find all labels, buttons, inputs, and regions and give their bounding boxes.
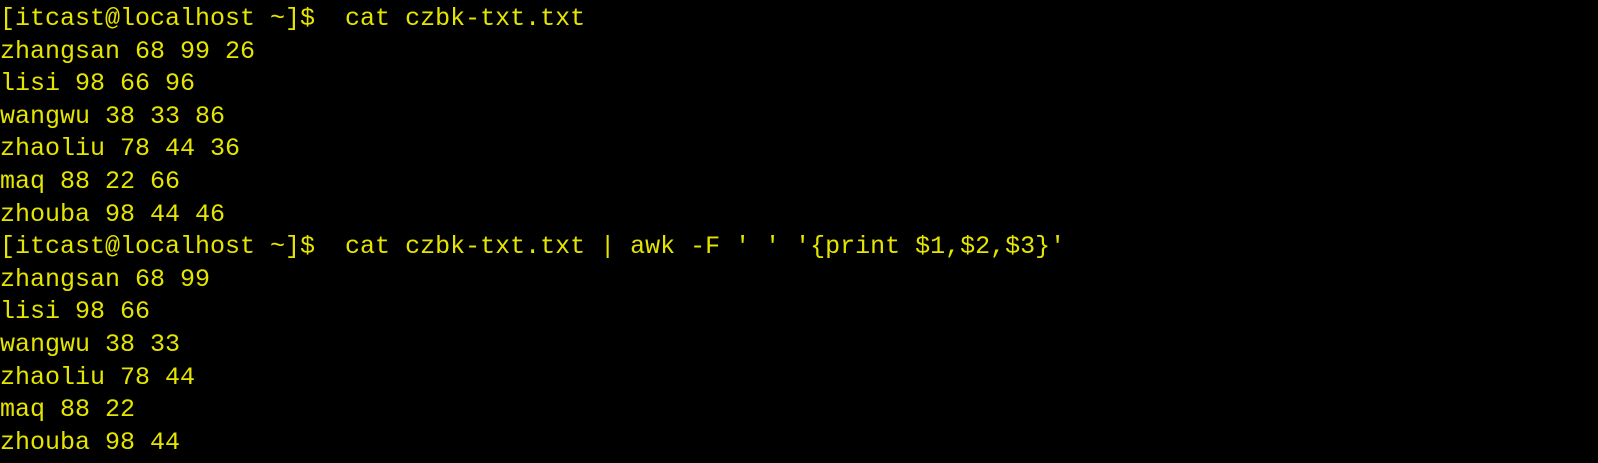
terminal-window[interactable]: [itcast@localhost ~]$ cat czbk-txt.txt z… bbox=[0, 0, 1598, 463]
output-line: zhaoliu 78 44 36 bbox=[0, 134, 241, 164]
prompt-command-line: [itcast@localhost ~]$ cat czbk-txt.txt |… bbox=[0, 232, 1066, 262]
output-line: zhangsan 68 99 26 bbox=[0, 36, 256, 66]
output-line: zhouba 98 44 46 bbox=[0, 199, 226, 229]
output-line: maq 88 22 66 bbox=[0, 166, 181, 196]
output-line: wangwu 38 33 bbox=[0, 329, 181, 359]
output-line: wangwu 38 33 86 bbox=[0, 101, 226, 131]
output-line: zhangsan 68 99 bbox=[0, 264, 211, 294]
prompt-command-line: [itcast@localhost ~]$ cat czbk-txt.txt bbox=[0, 4, 586, 33]
output-line: lisi 98 66 bbox=[0, 297, 151, 327]
output-line: zhaoliu 78 44 bbox=[0, 362, 196, 392]
output-line: lisi 98 66 96 bbox=[0, 69, 196, 99]
output-line: zhouba 98 44 bbox=[0, 427, 181, 457]
output-line: maq 88 22 bbox=[0, 395, 136, 425]
